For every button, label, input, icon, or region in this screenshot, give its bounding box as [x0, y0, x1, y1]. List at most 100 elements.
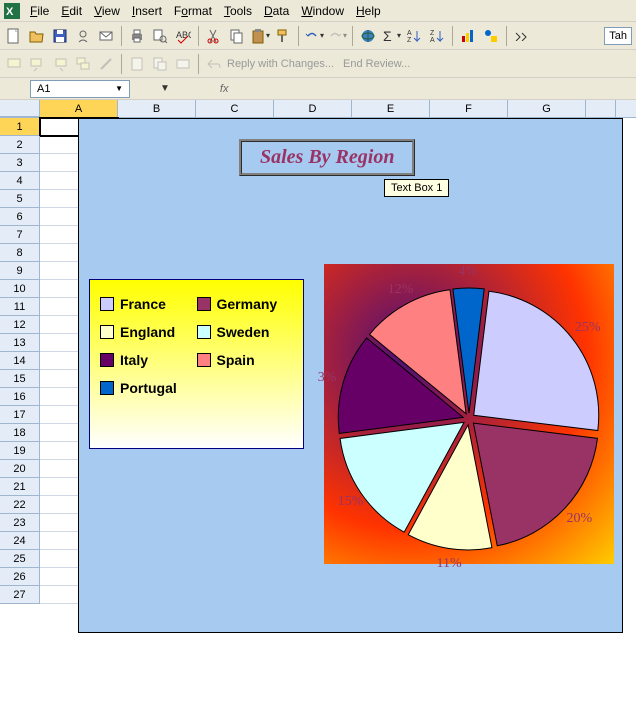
column-header-F[interactable]: F	[430, 100, 508, 117]
row-header-9[interactable]: 9	[0, 262, 40, 280]
legend-label: Spain	[217, 352, 255, 368]
name-box[interactable]: A1▼	[30, 80, 130, 98]
reply-with-changes-label[interactable]: Reply with Changes...	[227, 58, 334, 70]
pie-plot-area[interactable]: 25%20%11%15%3%12%4%	[324, 264, 614, 564]
spellcheck-icon[interactable]: ABC	[173, 26, 193, 46]
menu-file[interactable]: File	[24, 2, 55, 20]
data-label: 3%	[318, 370, 337, 386]
hyperlink-icon[interactable]	[358, 26, 378, 46]
row-header-21[interactable]: 21	[0, 478, 40, 496]
row-header-1[interactable]: 1	[0, 118, 40, 136]
fx-label[interactable]: fx	[220, 83, 229, 95]
prev-comment-icon[interactable]	[27, 54, 47, 74]
undo-icon[interactable]: ▾	[304, 26, 324, 46]
drawing-icon[interactable]	[481, 26, 501, 46]
cut-icon[interactable]	[204, 26, 224, 46]
menu-help[interactable]: Help	[350, 2, 387, 20]
permission-icon[interactable]	[73, 26, 93, 46]
legend-item-spain[interactable]: Spain	[197, 352, 294, 368]
legend-item-sweden[interactable]: Sweden	[197, 324, 294, 340]
legend-item-italy[interactable]: Italy	[100, 352, 197, 368]
pie-slice-germany[interactable]	[473, 423, 597, 546]
pie-slice-france[interactable]	[474, 291, 599, 430]
sort-asc-icon[interactable]: AZ	[404, 26, 424, 46]
attach-icon[interactable]	[150, 54, 170, 74]
row-header-23[interactable]: 23	[0, 514, 40, 532]
row-header-6[interactable]: 6	[0, 208, 40, 226]
menu-insert[interactable]: Insert	[126, 2, 168, 20]
email-icon[interactable]	[96, 26, 116, 46]
row-header-16[interactable]: 16	[0, 388, 40, 406]
show-comments-icon[interactable]	[73, 54, 93, 74]
data-label: 11%	[437, 556, 462, 572]
next-comment-icon[interactable]	[50, 54, 70, 74]
row-header-4[interactable]: 4	[0, 172, 40, 190]
worksheet-grid[interactable]: ABCDEFG 12345678910111213141516171819202…	[0, 100, 636, 720]
toolbar-options-icon[interactable]	[512, 26, 532, 46]
row-header-8[interactable]: 8	[0, 244, 40, 262]
row-header-15[interactable]: 15	[0, 370, 40, 388]
chart-title[interactable]: Sales By Region	[239, 139, 415, 176]
new-icon[interactable]	[4, 26, 24, 46]
row-header-11[interactable]: 11	[0, 298, 40, 316]
row-header-17[interactable]: 17	[0, 406, 40, 424]
legend-item-england[interactable]: England	[100, 324, 197, 340]
row-header-12[interactable]: 12	[0, 316, 40, 334]
ink-icon[interactable]	[96, 54, 116, 74]
column-header-A[interactable]: A	[40, 100, 118, 117]
data-label: 12%	[388, 282, 414, 298]
row-header-18[interactable]: 18	[0, 424, 40, 442]
row-header-25[interactable]: 25	[0, 550, 40, 568]
row-header-27[interactable]: 27	[0, 586, 40, 604]
legend-item-portugal[interactable]: Portugal	[100, 380, 197, 396]
save-icon[interactable]	[50, 26, 70, 46]
row-header-13[interactable]: 13	[0, 334, 40, 352]
menu-edit[interactable]: Edit	[55, 2, 88, 20]
copy-icon[interactable]	[227, 26, 247, 46]
column-header-C[interactable]: C	[196, 100, 274, 117]
row-header-20[interactable]: 20	[0, 460, 40, 478]
menu-window[interactable]: Window	[295, 2, 350, 20]
row-header-26[interactable]: 26	[0, 568, 40, 586]
row-header-19[interactable]: 19	[0, 442, 40, 460]
menu-format[interactable]: Format	[168, 2, 218, 20]
send-icon[interactable]	[173, 54, 193, 74]
sort-desc-icon[interactable]: ZA	[427, 26, 447, 46]
update-file-icon[interactable]	[127, 54, 147, 74]
row-header-3[interactable]: 3	[0, 154, 40, 172]
row-header-14[interactable]: 14	[0, 352, 40, 370]
row-header-10[interactable]: 10	[0, 280, 40, 298]
autosum-icon[interactable]: Σ▾	[381, 26, 401, 46]
column-header-G[interactable]: G	[508, 100, 586, 117]
row-header-2[interactable]: 2	[0, 136, 40, 154]
row-header-24[interactable]: 24	[0, 532, 40, 550]
row-header-22[interactable]: 22	[0, 496, 40, 514]
menu-data[interactable]: Data	[258, 2, 295, 20]
chart-object[interactable]: Sales By Region Text Box 1 France German…	[78, 118, 623, 633]
redo-icon[interactable]: ▾	[327, 26, 347, 46]
font-name-box[interactable]: Tah	[604, 27, 632, 45]
chart-legend[interactable]: France Germany England Sweden Italy Spai…	[89, 279, 304, 449]
legend-swatch	[100, 353, 114, 367]
open-icon[interactable]	[27, 26, 47, 46]
legend-item-france[interactable]: France	[100, 296, 197, 312]
menu-view[interactable]: View	[88, 2, 126, 20]
format-painter-icon[interactable]	[273, 26, 293, 46]
row-header-5[interactable]: 5	[0, 190, 40, 208]
svg-text:Z: Z	[430, 30, 435, 37]
column-header-B[interactable]: B	[118, 100, 196, 117]
new-comment-icon[interactable]	[4, 54, 24, 74]
print-icon[interactable]	[127, 26, 147, 46]
chart-wizard-icon[interactable]	[458, 26, 478, 46]
print-preview-icon[interactable]	[150, 26, 170, 46]
end-review-label[interactable]: End Review...	[343, 58, 410, 70]
column-header-partial[interactable]	[586, 100, 616, 117]
column-header-D[interactable]: D	[274, 100, 352, 117]
select-all-corner[interactable]	[0, 100, 40, 117]
row-header-7[interactable]: 7	[0, 226, 40, 244]
legend-item-germany[interactable]: Germany	[197, 296, 294, 312]
menu-tools[interactable]: Tools	[218, 2, 258, 20]
svg-text:A: A	[407, 30, 412, 37]
paste-icon[interactable]: ▾	[250, 26, 270, 46]
column-header-E[interactable]: E	[352, 100, 430, 117]
